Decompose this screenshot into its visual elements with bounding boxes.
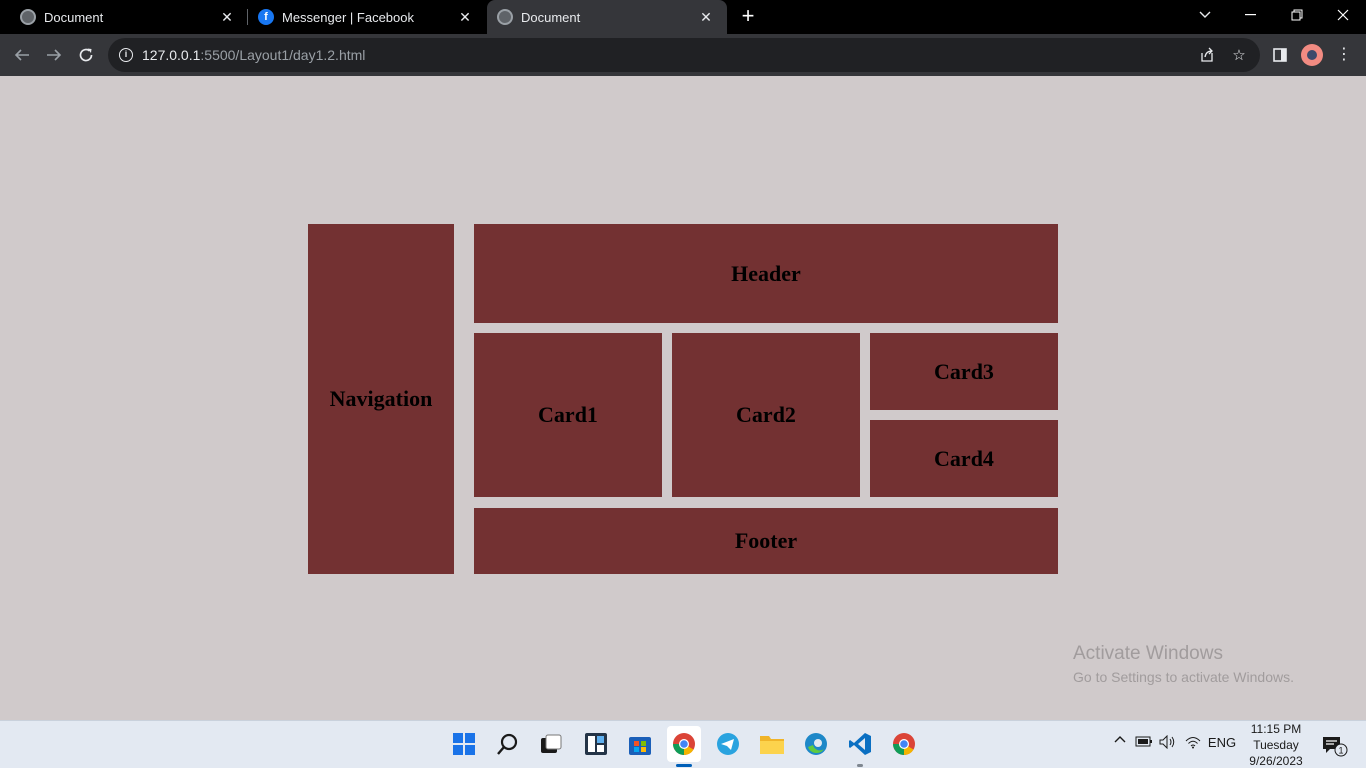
- edge-button[interactable]: [803, 731, 829, 757]
- card1-label: Card1: [538, 402, 598, 427]
- arrow-right-icon: [47, 49, 62, 61]
- start-icon: [453, 733, 475, 755]
- notification-count: 1: [1338, 746, 1343, 756]
- url-text[interactable]: 127.0.0.1:5500/Layout1/day1.2.html: [142, 47, 365, 63]
- tab-document-active[interactable]: Document ✕: [487, 0, 727, 34]
- card3-label: Card3: [934, 358, 994, 384]
- side-panel-icon: [1273, 48, 1287, 62]
- chrome-taskbar-button[interactable]: [667, 726, 701, 762]
- close-icon[interactable]: ✕: [218, 8, 236, 26]
- notification-icon: 1: [1323, 737, 1348, 757]
- globe-icon: [20, 9, 36, 25]
- start-button[interactable]: [451, 731, 477, 757]
- side-panel-button[interactable]: [1268, 43, 1292, 67]
- telegram-button[interactable]: [715, 731, 741, 757]
- facebook-icon: f: [258, 9, 274, 25]
- widgets-icon: [585, 733, 607, 755]
- navigation-box: Navigation: [308, 224, 454, 574]
- chevron-up-icon: [1114, 736, 1126, 743]
- card4-label: Card4: [934, 445, 994, 471]
- task-view-button[interactable]: [538, 731, 564, 757]
- url-host: 127.0.0.1: [142, 47, 201, 63]
- chrome-icon: [893, 733, 915, 755]
- store-icon: [629, 737, 651, 755]
- new-tab-button[interactable]: +: [737, 5, 759, 27]
- search-icon: [497, 733, 518, 755]
- back-button[interactable]: [10, 43, 34, 67]
- search-button[interactable]: [495, 731, 521, 757]
- clock-time: 11:15 PM: [1250, 722, 1302, 736]
- activation-watermark: Activate Windows Go to Settings to activ…: [1073, 643, 1294, 685]
- tab-title: Document: [521, 9, 581, 25]
- card2-box: Card2: [672, 333, 860, 497]
- chevron-down-icon: [1199, 11, 1211, 18]
- file-explorer-button[interactable]: [759, 731, 785, 757]
- bookmark-star-icon[interactable]: ☆: [1230, 46, 1248, 64]
- show-hidden-icons-button[interactable]: [1111, 735, 1129, 743]
- language-indicator[interactable]: ENG: [1207, 735, 1237, 750]
- battery-icon[interactable]: [1134, 735, 1154, 747]
- clock-date: 9/26/2023: [1249, 754, 1303, 768]
- tab-title: Document: [44, 9, 104, 25]
- url-path: :5500/Layout1/day1.2.html: [200, 47, 366, 63]
- tab-title: Messenger | Facebook: [282, 9, 414, 25]
- close-icon[interactable]: ✕: [697, 8, 715, 26]
- edge-icon: [805, 733, 827, 755]
- card3-box: Card3: [870, 333, 1058, 410]
- taskbar: ENG 11:15 PM Tuesday 9/26/2023 1: [0, 720, 1366, 768]
- close-icon[interactable]: ✕: [456, 8, 474, 26]
- restore-icon: [1291, 9, 1303, 21]
- address-bar[interactable]: i 127.0.0.1:5500/Layout1/day1.2.html ☆: [108, 38, 1260, 72]
- vscode-button[interactable]: [847, 731, 873, 757]
- info-icon[interactable]: i: [119, 48, 133, 62]
- chrome-icon: [673, 733, 695, 755]
- wifi-icon[interactable]: [1184, 735, 1202, 749]
- footer-label: Footer: [734, 528, 798, 553]
- close-window-button[interactable]: [1320, 0, 1366, 30]
- file-explorer-icon: [760, 736, 784, 754]
- minimize-button[interactable]: [1228, 0, 1274, 30]
- header-label: Header: [731, 260, 801, 286]
- chrome-profile-button[interactable]: [891, 731, 917, 757]
- card1-box: Card1: [474, 333, 662, 497]
- restore-button[interactable]: [1274, 0, 1320, 30]
- card2-label: Card2: [736, 402, 796, 427]
- reload-icon: [79, 48, 93, 62]
- globe-icon: [497, 9, 513, 25]
- clock[interactable]: 11:15 PM Tuesday 9/26/2023: [1245, 721, 1307, 768]
- card4-box: Card4: [870, 420, 1058, 497]
- navigation-label: Navigation: [329, 386, 433, 411]
- telegram-icon: [717, 733, 739, 755]
- running-app-indicator: [857, 764, 863, 767]
- tab-messenger[interactable]: f Messenger | Facebook ✕: [248, 0, 486, 34]
- menu-button[interactable]: ⋮: [1336, 44, 1352, 66]
- tab-strip: Document ✕ f Messenger | Facebook ✕ Docu…: [0, 0, 1366, 34]
- store-button[interactable]: [627, 731, 653, 757]
- reload-button[interactable]: [74, 43, 98, 67]
- widgets-button[interactable]: [583, 731, 609, 757]
- arrow-left-icon: [14, 49, 29, 61]
- clock-day: Tuesday: [1253, 738, 1299, 752]
- forward-button[interactable]: [42, 43, 66, 67]
- tab-document-1[interactable]: Document ✕: [0, 0, 248, 34]
- vscode-icon: [849, 733, 871, 755]
- tab-search-button[interactable]: [1182, 0, 1228, 30]
- footer-box: Footer: [474, 508, 1058, 574]
- notification-center-button[interactable]: 1: [1322, 735, 1348, 757]
- close-icon: [1337, 9, 1349, 21]
- watermark-title: Activate Windows: [1073, 643, 1223, 664]
- avatar-icon: [1307, 50, 1317, 60]
- browser-toolbar: i 127.0.0.1:5500/Layout1/day1.2.html ☆ ⋮: [0, 34, 1366, 76]
- profile-avatar[interactable]: [1301, 44, 1323, 66]
- header-box: Header: [474, 224, 1058, 323]
- volume-icon[interactable]: [1158, 735, 1178, 749]
- active-app-indicator: [676, 764, 692, 767]
- task-view-icon: [541, 734, 562, 753]
- share-icon[interactable]: [1198, 46, 1216, 64]
- watermark-subtitle: Go to Settings to activate Windows.: [1073, 669, 1294, 685]
- minimize-icon: [1245, 14, 1256, 16]
